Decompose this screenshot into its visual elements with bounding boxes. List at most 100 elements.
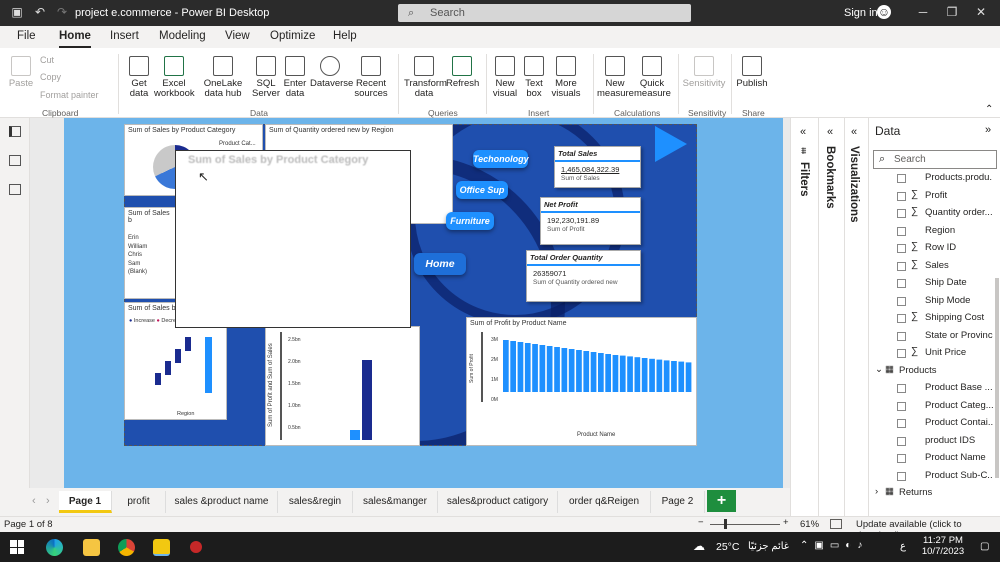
field-checkbox[interactable]	[897, 454, 906, 463]
field-item[interactable]: ∑ Quantity order...	[869, 205, 995, 222]
zoom-in-icon[interactable]: +	[783, 517, 789, 528]
field-checkbox[interactable]	[897, 174, 906, 183]
field-checkbox[interactable]	[897, 384, 906, 393]
tab-sales-product-name[interactable]: sales &product name	[166, 491, 278, 513]
visual-drag-preview[interactable]: Sum of Sales by Product Category ↖	[175, 150, 411, 328]
field-item[interactable]: Product Sub-C...	[869, 468, 995, 485]
clock[interactable]: 11:27 PM 10/7/2023	[918, 535, 968, 557]
fit-page-icon[interactable]	[830, 519, 842, 529]
tab-sales-product-category[interactable]: sales&product catigory	[438, 491, 558, 513]
field-checkbox[interactable]	[897, 349, 906, 358]
excel-workbook-button[interactable]: Excel workbook	[154, 56, 195, 99]
menu-view[interactable]: View	[225, 30, 250, 42]
field-checkbox[interactable]	[897, 244, 906, 253]
menu-insert[interactable]: Insert	[110, 30, 139, 42]
start-icon[interactable]	[10, 540, 24, 554]
menu-file[interactable]: File	[17, 30, 36, 42]
technology-button[interactable]: Techonology	[473, 150, 529, 168]
bookmarks-pane[interactable]: « Bookmarks	[818, 118, 844, 516]
redo-icon[interactable]: ↷	[55, 5, 69, 19]
field-item[interactable]: Product Base ...	[869, 380, 995, 397]
restore-icon[interactable]: ❐	[945, 5, 959, 19]
kpi-total-quantity[interactable]: Total Order Quantity 26359071 Sum of Qua…	[526, 250, 641, 302]
powerbi-icon[interactable]	[153, 539, 170, 556]
file-explorer-icon[interactable]	[83, 539, 100, 556]
language-indicator[interactable]: ع	[900, 541, 906, 552]
chevron-right-icon[interactable]: ›	[875, 486, 878, 497]
cut-button[interactable]: Cut	[40, 55, 54, 65]
copy-button[interactable]: Copy	[40, 72, 61, 82]
field-item[interactable]: product IDS	[869, 433, 995, 450]
save-icon[interactable]: ▣	[10, 5, 24, 19]
notification-icon[interactable]: ▢	[980, 541, 989, 552]
expand-icon[interactable]: »	[985, 124, 991, 136]
zoom-slider[interactable]	[710, 524, 780, 525]
field-checkbox[interactable]	[897, 331, 906, 341]
field-checkbox[interactable]	[897, 471, 906, 481]
edge-icon[interactable]	[46, 539, 63, 556]
field-item[interactable]: Products.produ...	[869, 170, 995, 187]
filters-pane[interactable]: « ⩩ Filters	[790, 118, 818, 516]
kpi-net-profit[interactable]: Net Profit 192,230,191.89 Sum of Profit	[540, 197, 641, 245]
field-checkbox[interactable]	[897, 261, 906, 271]
tray-icons[interactable]: ⌃▣▭◐♪	[800, 540, 868, 551]
tab-page-2[interactable]: Page 2	[651, 491, 705, 513]
menu-optimize[interactable]: Optimize	[270, 30, 315, 42]
profit-sales-visual[interactable]: Sum of Profit and Sum of Sales 2.5bn 2.0…	[265, 326, 420, 446]
scrollbar[interactable]	[995, 278, 999, 478]
field-checkbox[interactable]	[897, 226, 906, 236]
quick-measure-button[interactable]: Quick measure	[634, 56, 671, 99]
field-item[interactable]: Ship Date	[869, 275, 995, 292]
field-item[interactable]: ∑ Unit Price	[869, 345, 995, 362]
field-item[interactable]: ∑ Row ID	[869, 240, 995, 257]
field-checkbox[interactable]	[897, 279, 906, 288]
collapse-icon[interactable]: «	[827, 126, 833, 138]
text-box-button[interactable]: Text box	[521, 56, 547, 99]
new-visual-button[interactable]: New visual	[490, 56, 520, 99]
sensitivity-button[interactable]: Sensitivity	[682, 56, 726, 89]
zoom-out-icon[interactable]: −	[698, 517, 704, 528]
arrow-icon[interactable]	[655, 126, 687, 162]
tab-order-quantity-region[interactable]: order q&Reigen	[558, 491, 651, 513]
field-item[interactable]: Region	[869, 223, 995, 240]
field-checkbox[interactable]	[897, 314, 906, 323]
menu-modeling[interactable]: Modeling	[159, 30, 206, 42]
tab-sales-manager[interactable]: sales&manger	[353, 491, 438, 513]
profit-product-visual[interactable]: Sum of Profit by Product Name 3M 2M 1M 0…	[466, 317, 697, 446]
tab-profit[interactable]: profit	[112, 491, 166, 513]
enter-data-button[interactable]: Enter data	[282, 56, 308, 99]
tab-page-1[interactable]: Page 1	[59, 491, 112, 513]
field-checkbox[interactable]	[897, 191, 906, 201]
zoom-handle[interactable]	[724, 519, 727, 529]
field-item[interactable]: Product Name	[869, 450, 995, 467]
field-item[interactable]: Ship Mode	[869, 293, 995, 310]
collapse-ribbon-icon[interactable]: ⌃	[985, 104, 993, 115]
field-item[interactable]: ∑ Profit	[869, 188, 995, 205]
table-view-icon[interactable]	[9, 155, 21, 166]
field-checkbox[interactable]	[897, 401, 906, 411]
recorder-icon[interactable]	[190, 541, 202, 553]
sql-server-button[interactable]: SQL Server	[251, 56, 281, 99]
field-checkbox[interactable]	[897, 419, 906, 428]
field-item[interactable]: Product Categ...	[869, 398, 995, 415]
tab-sales-region[interactable]: sales&regin	[278, 491, 353, 513]
weather-text[interactable]: غائم جزئيًا	[748, 541, 789, 552]
data-search-input[interactable]: ⌕ Search	[873, 150, 997, 169]
prev-page-icon[interactable]: ‹	[32, 495, 36, 507]
home-button[interactable]: Home	[414, 253, 466, 275]
field-item[interactable]: State or Province	[869, 328, 995, 345]
menu-home[interactable]: Home	[59, 30, 91, 48]
table-returns[interactable]: › ▦ Returns	[869, 485, 995, 502]
close-icon[interactable]: ✕	[974, 5, 988, 19]
dataverse-button[interactable]: Dataverse	[310, 56, 353, 89]
format-painter-button[interactable]: Format painter	[40, 90, 99, 100]
slicer-track[interactable]	[280, 332, 282, 440]
account-icon[interactable]: ☺	[877, 5, 891, 19]
add-page-button[interactable]: +	[707, 490, 736, 512]
sales-manager-visual[interactable]: Sum of Sales b Erin William Chris Sam (B…	[124, 207, 177, 299]
chrome-icon[interactable]	[118, 539, 135, 556]
menu-help[interactable]: Help	[333, 30, 357, 42]
field-item[interactable]: ∑ Shipping Cost	[869, 310, 995, 327]
field-checkbox[interactable]	[897, 436, 906, 446]
model-view-icon[interactable]	[9, 184, 21, 195]
